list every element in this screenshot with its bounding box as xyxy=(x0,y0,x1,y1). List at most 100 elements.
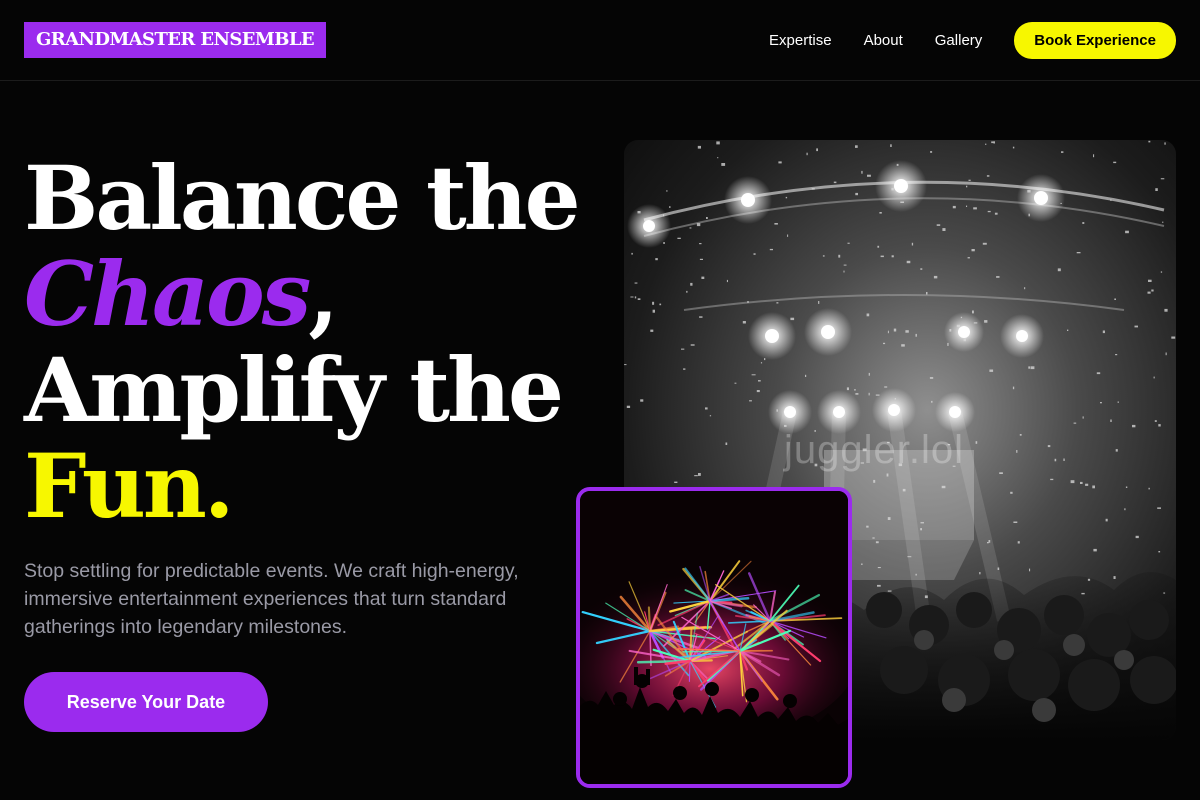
confetti-piece xyxy=(1113,576,1116,579)
confetti-piece xyxy=(966,205,968,207)
confetti-piece xyxy=(873,479,876,483)
firework-spark xyxy=(688,660,691,682)
confetti-piece xyxy=(624,364,627,366)
confetti-piece xyxy=(1013,521,1018,523)
confetti-piece xyxy=(854,389,856,391)
confetti-piece xyxy=(1081,592,1085,595)
hero-subtext: Stop settling for predictable events. We… xyxy=(24,560,519,638)
confetti-piece xyxy=(650,329,654,332)
confetti-piece xyxy=(674,481,678,483)
confetti-piece xyxy=(1148,487,1150,490)
confetti-piece xyxy=(861,170,863,174)
headline-chaos: Chaos xyxy=(24,242,311,346)
confetti-piece xyxy=(694,475,698,477)
nav-link-about[interactable]: About xyxy=(864,32,903,49)
confetti-piece xyxy=(805,374,807,377)
confetti-piece xyxy=(920,522,924,524)
confetti-piece xyxy=(1151,289,1154,292)
confetti-piece xyxy=(973,207,977,210)
confetti-piece xyxy=(867,174,871,177)
confetti-piece xyxy=(677,237,681,239)
confetti-piece xyxy=(1028,366,1030,369)
confetti-piece xyxy=(1115,354,1118,356)
confetti-piece xyxy=(866,525,869,528)
headline-fun: Fun xyxy=(24,434,207,538)
confetti-piece xyxy=(1124,508,1126,511)
confetti-piece xyxy=(875,394,880,396)
confetti-piece xyxy=(894,398,896,400)
confetti-piece xyxy=(1157,507,1161,509)
reserve-date-button[interactable]: Reserve Your Date xyxy=(24,672,268,732)
headline-comma: , xyxy=(308,242,339,346)
confetti-piece xyxy=(843,270,845,273)
confetti-piece xyxy=(920,528,922,531)
confetti-piece xyxy=(1100,402,1102,404)
confetti-piece xyxy=(747,301,749,303)
confetti-piece xyxy=(942,228,946,231)
confetti-piece xyxy=(936,224,941,226)
confetti-piece xyxy=(764,358,766,361)
image-watermark: juggler.lol xyxy=(784,428,965,472)
firework-spark xyxy=(649,630,652,667)
confetti-piece xyxy=(1113,161,1117,164)
book-experience-button[interactable]: Book Experience xyxy=(1014,21,1176,59)
nav-link-gallery[interactable]: Gallery xyxy=(935,32,983,49)
confetti-piece xyxy=(997,567,1000,570)
confetti-piece xyxy=(634,282,638,284)
confetti-piece xyxy=(662,214,665,217)
confetti-piece xyxy=(986,175,990,177)
confetti-piece xyxy=(884,386,888,388)
confetti-piece xyxy=(690,282,693,286)
confetti-piece xyxy=(1057,268,1061,272)
confetti-piece xyxy=(941,485,946,489)
confetti-piece xyxy=(993,141,995,144)
fireworks-image xyxy=(576,487,852,788)
confetti-piece xyxy=(1096,372,1101,375)
confetti-piece xyxy=(838,254,841,258)
confetti-piece xyxy=(1024,287,1026,290)
confetti-piece xyxy=(758,380,761,382)
confetti-piece xyxy=(900,201,904,203)
confetti-piece xyxy=(1085,483,1089,486)
confetti-piece xyxy=(1105,518,1108,522)
confetti-piece xyxy=(697,145,701,149)
confetti-piece xyxy=(630,296,634,298)
confetti-piece xyxy=(947,342,949,346)
site-logo[interactable]: GRANDMASTER ENSEMBLE xyxy=(24,22,326,58)
confetti-piece xyxy=(924,595,928,599)
confetti-piece xyxy=(1054,458,1057,462)
confetti-piece xyxy=(1125,486,1128,488)
confetti-piece xyxy=(1076,252,1081,254)
confetti-piece xyxy=(1132,424,1136,428)
confetti-piece xyxy=(696,223,701,227)
confetti-piece xyxy=(776,302,779,304)
confetti-piece xyxy=(1164,308,1168,312)
confetti-piece xyxy=(1171,336,1176,339)
confetti-piece xyxy=(915,573,917,576)
confetti-piece xyxy=(699,316,703,318)
confetti-piece xyxy=(996,276,1000,278)
confetti-piece xyxy=(1027,189,1031,193)
confetti-piece xyxy=(1028,213,1030,217)
confetti-piece xyxy=(975,441,978,444)
nav-link-expertise[interactable]: Expertise xyxy=(769,32,832,49)
confetti-piece xyxy=(1061,151,1064,153)
confetti-piece xyxy=(847,242,850,244)
confetti-piece xyxy=(929,377,934,379)
confetti-piece xyxy=(893,328,897,332)
confetti-piece xyxy=(778,161,782,164)
confetti-piece xyxy=(717,157,719,159)
confetti-piece xyxy=(1093,548,1097,552)
confetti-piece xyxy=(1110,199,1112,201)
confetti-piece xyxy=(991,141,994,144)
confetti-piece xyxy=(890,144,892,147)
confetti-piece xyxy=(886,473,889,477)
confetti-piece xyxy=(1102,330,1105,334)
confetti-piece xyxy=(930,151,933,153)
confetti-piece xyxy=(1029,568,1031,572)
confetti-piece xyxy=(1148,279,1152,282)
confetti-piece xyxy=(698,473,701,476)
confetti-piece xyxy=(875,541,879,544)
confetti-piece xyxy=(709,415,712,417)
confetti-piece xyxy=(655,258,658,261)
